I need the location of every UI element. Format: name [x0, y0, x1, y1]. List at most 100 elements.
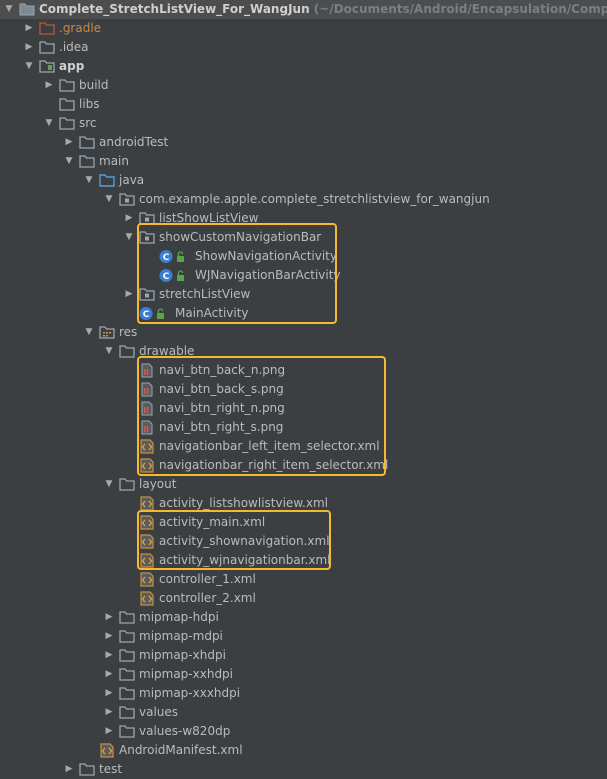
tree-item-label: navi_btn_back_s.png — [159, 382, 284, 396]
tree-row[interactable]: ▼ src — [0, 114, 607, 133]
tree-row[interactable]: activity_listshowlistview.xml — [0, 494, 607, 513]
tree-row[interactable]: ▼ main — [0, 152, 607, 171]
tree-row[interactable]: navigationbar_right_item_selector.xml — [0, 456, 607, 475]
expand-down-arrow-icon[interactable]: ▼ — [43, 114, 55, 133]
tree-item-label: navigationbar_left_item_selector.xml — [159, 439, 380, 453]
tree-row[interactable]: ▶ stretchListView — [0, 285, 607, 304]
xml-file-icon — [139, 572, 155, 587]
tree-row[interactable]: ▶ androidTest — [0, 133, 607, 152]
tree-row[interactable]: controller_2.xml — [0, 589, 607, 608]
expand-down-arrow-icon[interactable]: ▼ — [63, 152, 75, 171]
tree-row[interactable]: ▼ res — [0, 323, 607, 342]
tree-row[interactable]: AndroidManifest.xml — [0, 741, 607, 760]
folder-icon — [79, 135, 95, 150]
tree-row[interactable]: ▶ mipmap-mdpi — [0, 627, 607, 646]
tree-item-label: mipmap-mdpi — [139, 629, 223, 643]
expand-down-arrow-icon[interactable]: ▼ — [23, 57, 35, 76]
tree-item-label: navi_btn_right_s.png — [159, 420, 284, 434]
tree-item-label: res — [119, 325, 138, 339]
tree-row[interactable]: navigationbar_left_item_selector.xml — [0, 437, 607, 456]
expand-down-arrow-icon[interactable]: ▼ — [3, 0, 15, 19]
tree-item-label: androidTest — [99, 135, 169, 149]
module-folder-icon — [39, 59, 55, 74]
tree-row[interactable]: ▼ drawable — [0, 342, 607, 361]
collapse-right-arrow-icon[interactable]: ▶ — [63, 760, 75, 779]
expand-down-arrow-icon[interactable]: ▼ — [103, 190, 115, 209]
xml-file-icon — [99, 743, 115, 758]
tree-item-label: java — [119, 173, 145, 187]
expand-down-arrow-icon[interactable]: ▼ — [83, 323, 95, 342]
tree-item-label: drawable — [139, 344, 195, 358]
tree-item-label: AndroidManifest.xml — [119, 743, 243, 757]
tree-row[interactable]: ▼ showCustomNavigationBar — [0, 228, 607, 247]
folder-icon — [119, 724, 135, 739]
tree-row[interactable]: ▶ .gradle — [0, 19, 607, 38]
tree-row[interactable]: ▶ values-w820dp — [0, 722, 607, 741]
tree-row[interactable]: ▶ .idea — [0, 38, 607, 57]
tree-row[interactable]: ▶ mipmap-xxxhdpi — [0, 684, 607, 703]
tree-row[interactable]: navi_btn_back_s.png — [0, 380, 607, 399]
tree-item-label: ShowNavigationActivity — [195, 249, 337, 263]
collapse-right-arrow-icon[interactable]: ▶ — [103, 722, 115, 741]
class-icon: C — [159, 268, 184, 283]
tree-item-label: showCustomNavigationBar — [159, 230, 322, 244]
folder-icon — [119, 705, 135, 720]
collapse-right-arrow-icon[interactable]: ▶ — [23, 19, 35, 38]
expand-down-arrow-icon[interactable]: ▼ — [103, 342, 115, 361]
tree-row[interactable]: ▼ com.example.apple.complete_stretchlistv… — [0, 190, 607, 209]
tree-row[interactable]: activity_shownavigation.xml — [0, 532, 607, 551]
folder-icon — [39, 40, 55, 55]
expand-down-arrow-icon[interactable]: ▼ — [83, 171, 95, 190]
collapse-right-arrow-icon[interactable]: ▶ — [103, 684, 115, 703]
tree-row[interactable]: ▼ java — [0, 171, 607, 190]
project-tree[interactable]: ▼ Complete_StretchListView_For_WangJun (~… — [0, 0, 607, 777]
tree-item-label: listShowListView — [159, 211, 259, 225]
tree-row[interactable]: ▼ Complete_StretchListView_For_WangJun (~… — [0, 0, 607, 19]
tree-row[interactable]: ▶ mipmap-xhdpi — [0, 646, 607, 665]
collapse-right-arrow-icon[interactable]: ▶ — [43, 76, 55, 95]
collapse-right-arrow-icon[interactable]: ▶ — [103, 665, 115, 684]
tree-row[interactable]: ▼ app — [0, 57, 607, 76]
tree-item-label: main — [99, 154, 129, 168]
collapse-right-arrow-icon[interactable]: ▶ — [103, 608, 115, 627]
collapse-right-arrow-icon[interactable]: ▶ — [123, 209, 135, 228]
source-folder-icon — [99, 173, 115, 188]
tree-row[interactable]: navi_btn_back_n.png — [0, 361, 607, 380]
collapse-right-arrow-icon[interactable]: ▶ — [103, 627, 115, 646]
tree-row[interactable]: activity_wjnavigationbar.xml — [0, 551, 607, 570]
folder-icon — [119, 686, 135, 701]
tree-row[interactable]: ▶ mipmap-xxhdpi — [0, 665, 607, 684]
tree-item-label: activity_main.xml — [159, 515, 266, 529]
collapse-right-arrow-icon[interactable]: ▶ — [103, 703, 115, 722]
tree-row[interactable]: C MainActivity — [0, 304, 607, 323]
tree-row[interactable]: ▶ test — [0, 760, 607, 779]
tree-item-label: layout — [139, 477, 177, 491]
tree-row[interactable]: C ShowNavigationActivity — [0, 247, 607, 266]
collapse-right-arrow-icon[interactable]: ▶ — [63, 133, 75, 152]
folder-icon — [39, 21, 55, 36]
tree-row[interactable]: navi_btn_right_n.png — [0, 399, 607, 418]
tree-item-label: navi_btn_back_n.png — [159, 363, 286, 377]
expand-down-arrow-icon[interactable]: ▼ — [103, 475, 115, 494]
tree-row[interactable]: C WJNavigationBarActivity — [0, 266, 607, 285]
tree-row[interactable]: navi_btn_right_s.png — [0, 418, 607, 437]
tree-row[interactable]: libs — [0, 95, 607, 114]
collapse-right-arrow-icon[interactable]: ▶ — [103, 646, 115, 665]
tree-row[interactable]: activity_main.xml — [0, 513, 607, 532]
tree-row[interactable]: ▼ layout — [0, 475, 607, 494]
tree-item-label: .idea — [59, 40, 89, 54]
tree-row[interactable]: ▶ build — [0, 76, 607, 95]
expand-down-arrow-icon[interactable]: ▼ — [123, 228, 135, 247]
collapse-right-arrow-icon[interactable]: ▶ — [123, 285, 135, 304]
tree-row[interactable]: ▶ listShowListView — [0, 209, 607, 228]
collapse-right-arrow-icon[interactable]: ▶ — [23, 38, 35, 57]
image-file-icon — [139, 363, 155, 378]
tree-row[interactable]: controller_1.xml — [0, 570, 607, 589]
package-icon — [139, 287, 155, 302]
tree-item-label: libs — [79, 97, 100, 111]
tree-item-label: values — [139, 705, 179, 719]
folder-icon — [119, 344, 135, 359]
tree-row[interactable]: ▶ values — [0, 703, 607, 722]
tree-item-label: build — [79, 78, 109, 92]
tree-row[interactable]: ▶ mipmap-hdpi — [0, 608, 607, 627]
